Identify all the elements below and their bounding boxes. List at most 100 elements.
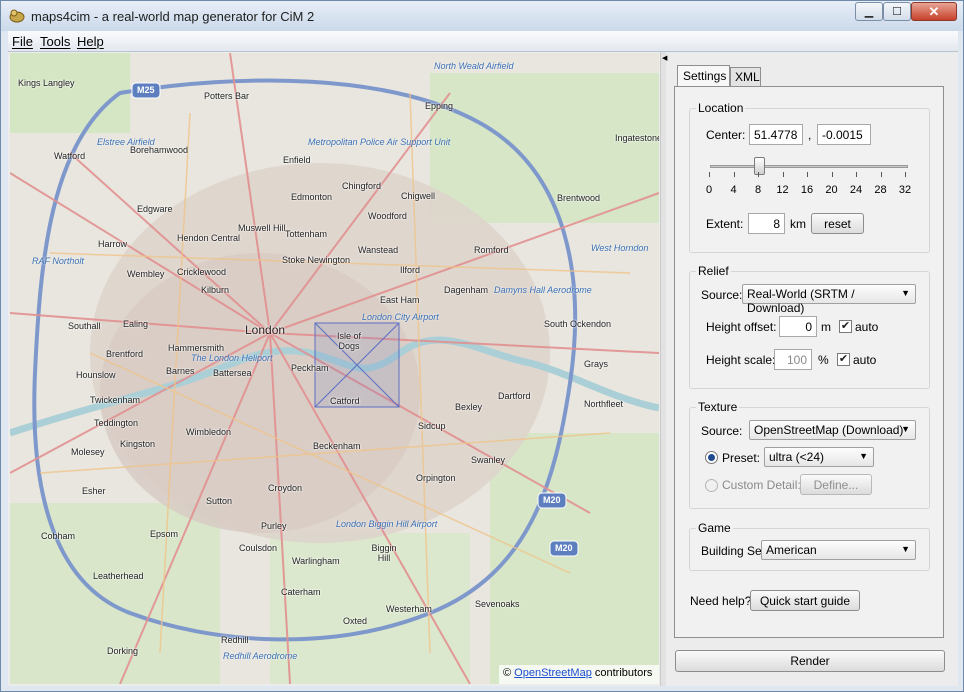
place-label: Sidcup: [418, 421, 446, 431]
place-label: Muswell Hill: [238, 223, 286, 233]
relief-source-select[interactable]: Real-World (SRTM / Download) ▼: [742, 284, 916, 315]
place-label: Cobham: [41, 531, 76, 541]
height-scale-auto-checkbox[interactable]: ✔: [837, 353, 850, 366]
place-label: Grays: [584, 359, 609, 369]
place-label: Ilford: [400, 265, 421, 275]
height-scale-input[interactable]: 100: [774, 349, 812, 370]
reset-button[interactable]: reset: [811, 213, 864, 234]
height-scale-label: Height scale:: [706, 353, 776, 367]
attribution-text: contributors: [594, 667, 653, 679]
texture-source-value: OpenStreetMap (Download): [754, 423, 904, 437]
preset-radio[interactable]: [705, 451, 718, 464]
place-label: Leatherhead: [93, 571, 144, 581]
airfield-label: West Horndon: [591, 243, 649, 253]
extent-slider-track[interactable]: [710, 165, 908, 168]
airfield-label: London Biggin Hill Airport: [336, 519, 438, 529]
menu-help[interactable]: Help: [77, 34, 104, 49]
need-help-label: Need help?: [690, 594, 752, 608]
extent-unit: km: [790, 217, 806, 231]
place-label: Potters Bar: [204, 91, 250, 101]
openstreetmap-link[interactable]: OpenStreetMap: [514, 667, 592, 679]
slider-tick-label: 0: [705, 184, 713, 196]
slider-tick: [733, 172, 735, 177]
map-canvas[interactable]: [10, 53, 659, 684]
height-offset-input[interactable]: 0: [779, 316, 817, 337]
slider-tick-label: 32: [898, 184, 912, 196]
texture-title: Texture: [696, 400, 740, 414]
motorway-label: M20: [555, 543, 573, 553]
place-label: South Ockendon: [544, 319, 612, 329]
place-label: Chigwell: [401, 191, 436, 201]
airfield-label: RAF Northolt: [32, 256, 84, 266]
extent-slider-thumb[interactable]: [754, 157, 765, 175]
game-title: Game: [696, 521, 733, 535]
tab-xml[interactable]: XML: [730, 67, 761, 86]
close-icon: ✕: [928, 3, 940, 19]
relief-title: Relief: [696, 264, 731, 278]
maximize-icon: ☐: [892, 6, 902, 18]
place-label: Hammersmith: [168, 343, 225, 353]
center-lon-input[interactable]: -0.0015: [817, 124, 871, 145]
place-label: Epping: [425, 101, 454, 111]
slider-tick-label: 28: [874, 184, 887, 196]
place-label: Isle of Dogs: [336, 331, 361, 351]
place-label: Enfield: [283, 155, 311, 165]
quick-start-guide-button[interactable]: Quick start guide: [750, 590, 860, 611]
preset-value: ultra (<24): [769, 450, 825, 464]
map-view[interactable]: M25 M20 M20 Kings Langley Potters Bar Bo…: [10, 53, 659, 684]
slider-tick: [758, 172, 759, 177]
minimize-icon: ▁: [864, 6, 874, 18]
height-offset-unit: m: [821, 320, 831, 334]
preset-select[interactable]: ultra (<24) ▼: [764, 447, 874, 467]
location-title: Location: [696, 101, 746, 115]
place-label: Battersea: [213, 368, 252, 378]
place-label: Redhill: [221, 635, 249, 645]
place-label: Woodford: [368, 211, 407, 221]
place-label: Edmonton: [291, 192, 333, 202]
copyright-symbol: ©: [503, 667, 512, 679]
chevron-down-icon: ▼: [859, 451, 868, 461]
airfield-label: North Weald Airfield: [434, 61, 514, 71]
height-offset-auto-checkbox[interactable]: ✔: [839, 320, 852, 333]
menu-file[interactable]: File: [12, 34, 33, 49]
height-offset-label: Height offset:: [706, 320, 777, 334]
place-label: Peckham: [291, 363, 329, 373]
place-label-london: London: [245, 323, 286, 337]
tab-settings[interactable]: Settings: [677, 65, 730, 87]
place-label: Chingford: [342, 181, 382, 191]
minimize-button[interactable]: ▁: [855, 2, 883, 21]
texture-source-label: Source:: [701, 424, 743, 438]
render-button[interactable]: Render: [675, 650, 945, 672]
center-lat-input[interactable]: 51.4778: [749, 124, 803, 145]
place-label: Ingatestone: [615, 133, 659, 143]
place-label: Watford: [54, 151, 86, 161]
close-button[interactable]: ✕: [911, 2, 957, 21]
place-label: Twickenham: [90, 395, 141, 405]
relief-source-label: Source:: [701, 288, 743, 302]
title-bar[interactable]: maps4cim - a real-world map generator fo…: [1, 1, 963, 31]
application-window: maps4cim - a real-world map generator fo…: [0, 0, 964, 692]
slider-tick-label: 16: [800, 184, 814, 196]
place-label: Sutton: [206, 496, 233, 506]
window-title: maps4cim - a real-world map generator fo…: [31, 9, 315, 24]
custom-detail-label: Custom Detail:: [722, 478, 801, 492]
place-label: Brentwood: [557, 193, 601, 203]
building-set-select[interactable]: American ▼: [761, 540, 916, 560]
maximize-button[interactable]: ☐: [883, 2, 911, 21]
menu-tools[interactable]: Tools: [40, 34, 70, 49]
place-label: Hendon Central: [177, 233, 241, 243]
slider-tick: [880, 172, 882, 177]
define-button[interactable]: Define...: [800, 474, 872, 495]
place-label: Hounslow: [76, 370, 116, 380]
center-label: Center:: [706, 128, 746, 142]
place-label: Southall: [68, 321, 101, 331]
motorway-label: M25: [137, 85, 155, 95]
airfield-label: Elstree Airfield: [97, 137, 155, 147]
airfield-label: Damyns Hall Aerodrome: [494, 285, 592, 295]
place-label: Coulsdon: [239, 543, 278, 553]
place-label: Westerham: [386, 604, 432, 614]
texture-source-select[interactable]: OpenStreetMap (Download) ▼: [749, 420, 916, 440]
custom-detail-radio[interactable]: [705, 479, 718, 492]
extent-input[interactable]: 8: [748, 213, 785, 234]
split-pane-divider[interactable]: ◀: [660, 52, 667, 686]
